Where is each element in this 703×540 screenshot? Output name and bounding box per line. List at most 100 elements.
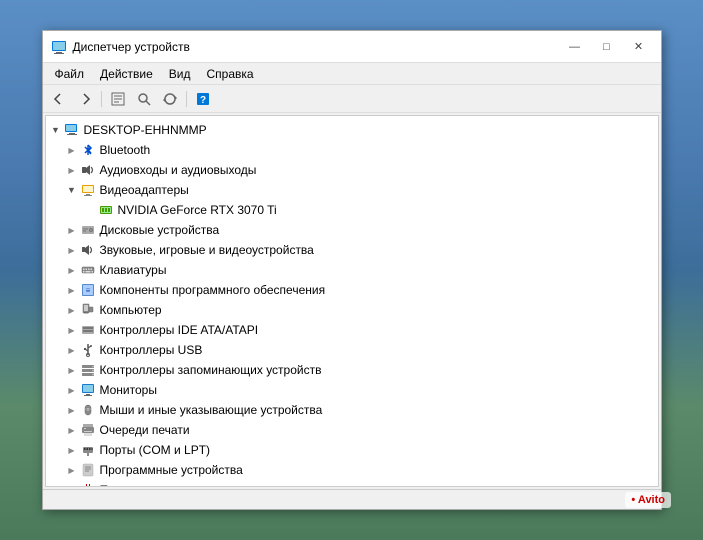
expander-keyboard: ▶ [64,260,80,280]
print-label: Очереди печати [100,423,190,437]
forward-button[interactable] [73,88,97,110]
properties-button[interactable] [106,88,130,110]
maximize-button[interactable]: □ [593,37,621,57]
tree-node-disk[interactable]: ▶ Дисковые устройства [46,220,658,240]
svg-text:?: ? [199,95,205,106]
expander-root: ▼ [48,120,64,140]
expander-computer: ▶ [64,300,80,320]
avito-watermark: • Avito [625,492,671,508]
menu-help[interactable]: Справка [199,65,262,83]
software-icon: ≡ [80,282,96,298]
monitor-icon [80,382,96,398]
ide-label: Контроллеры IDE ATA/ATAPI [100,323,259,337]
tree-node-ports[interactable]: ▶ Порты (COM и LPT) [46,440,658,460]
expander-storage: ▶ [64,360,80,380]
tree-node-ide[interactable]: ▶ Контроллеры IDE ATA/ATAPI [46,320,658,340]
progdev-label: Программные устройства [100,463,243,477]
disk-label: Дисковые устройства [100,223,220,237]
window-icon [51,39,67,55]
tree-node-root[interactable]: ▼ DESKTOP-EHHNMMP [46,120,658,140]
ide-icon [80,322,96,338]
content-area: ▼ DESKTOP-EHHNMMP ▶ [43,113,661,489]
gpu-label: NVIDIA GeForce RTX 3070 Ti [118,203,277,217]
ports-label: Порты (COM и LPT) [100,443,211,457]
help-button[interactable]: ? [191,88,215,110]
display-label: Видеоадаптеры [100,183,189,197]
toolbar: ? [43,85,661,113]
monitors-label: Мониторы [100,383,157,397]
expander-monitors: ▶ [64,380,80,400]
computer-icon [64,122,80,138]
toolbar-separator-1 [101,91,102,107]
expander-sound: ▶ [64,240,80,260]
update-button[interactable] [158,88,182,110]
tree-node-storage[interactable]: ▶ Контроллеры запоминающих устройств [46,360,658,380]
tree-node-cpu[interactable]: ▼ Процессоры [46,480,658,487]
tree-node-usb[interactable]: ▶ Контроллеры USB [46,340,658,360]
usb-icon [80,342,96,358]
mouse-icon [80,402,96,418]
usb-label: Контроллеры USB [100,343,203,357]
menu-view[interactable]: Вид [161,65,199,83]
menu-bar: Файл Действие Вид Справка [43,63,661,85]
progdev-icon [80,462,96,478]
disk-icon [80,222,96,238]
audio-label: Аудиовходы и аудиовыходы [100,163,257,177]
cpu-icon [80,482,96,487]
bluetooth-label: Bluetooth [100,143,151,157]
sound-label: Звуковые, игровые и видеоустройства [100,243,314,257]
bluetooth-icon [80,142,96,158]
port-icon [80,442,96,458]
root-label: DESKTOP-EHHNMMP [84,123,207,137]
expander-mouse: ▶ [64,400,80,420]
software-label: Компоненты программного обеспечения [100,283,326,297]
computer-label: Компьютер [100,303,162,317]
tree-node-computer[interactable]: ▶ Компьютер [46,300,658,320]
expander-ide: ▶ [64,320,80,340]
window-title: Диспетчер устройств [73,40,561,54]
tree-node-monitors[interactable]: ▶ Мониторы [46,380,658,400]
device-manager-window: Диспетчер устройств — □ ✕ Файл Действие … [42,30,662,510]
tree-node-progdev[interactable]: ▶ Программные устройства [46,460,658,480]
svg-text:≡: ≡ [85,286,90,295]
tree-node-display[interactable]: ▼ Видеоадаптеры [46,180,658,200]
gpu-icon [98,202,114,218]
cpu-label: Процессоры [100,483,170,487]
tree-node-mouse[interactable]: ▶ Мыши и иные указывающие устройства [46,400,658,420]
expander-gpu [82,200,98,220]
title-bar: Диспетчер устройств — □ ✕ [43,31,661,63]
audio-icon [80,162,96,178]
menu-file[interactable]: Файл [47,65,93,83]
expander-progdev: ▶ [64,460,80,480]
device-tree[interactable]: ▼ DESKTOP-EHHNMMP ▶ [45,115,659,487]
tree-node-print[interactable]: ▶ Очереди печати [46,420,658,440]
keyboard-label: Клавиатуры [100,263,167,277]
scan-button[interactable] [132,88,156,110]
expander-print: ▶ [64,420,80,440]
printer-icon [80,422,96,438]
expander-software: ▶ [64,280,80,300]
expander-disk: ▶ [64,220,80,240]
window-controls: — □ ✕ [561,37,653,57]
menu-action[interactable]: Действие [92,65,161,83]
pc-icon [80,302,96,318]
expander-ports: ▶ [64,440,80,460]
storage-label: Контроллеры запоминающих устройств [100,363,322,377]
mouse-label: Мыши и иные указывающие устройства [100,403,323,417]
back-button[interactable] [47,88,71,110]
keyboard-icon [80,262,96,278]
tree-node-keyboard[interactable]: ▶ Клавиатуры [46,260,658,280]
toolbar-separator-2 [186,91,187,107]
tree-node-bluetooth[interactable]: ▶ Bluetooth [46,140,658,160]
tree-node-audio[interactable]: ▶ Аудиовходы и аудиовыходы [46,160,658,180]
expander-bluetooth: ▶ [64,140,80,160]
tree-node-sound[interactable]: ▶ Звуковые, игровые и видеоустройства [46,240,658,260]
tree-node-software[interactable]: ▶ ≡ Компоненты программного обеспечения [46,280,658,300]
close-button[interactable]: ✕ [625,37,653,57]
storage-icon [80,362,96,378]
minimize-button[interactable]: — [561,37,589,57]
expander-cpu: ▼ [64,480,80,487]
display-adapter-icon [80,182,96,198]
expander-usb: ▶ [64,340,80,360]
tree-node-gpu[interactable]: NVIDIA GeForce RTX 3070 Ti [46,200,658,220]
